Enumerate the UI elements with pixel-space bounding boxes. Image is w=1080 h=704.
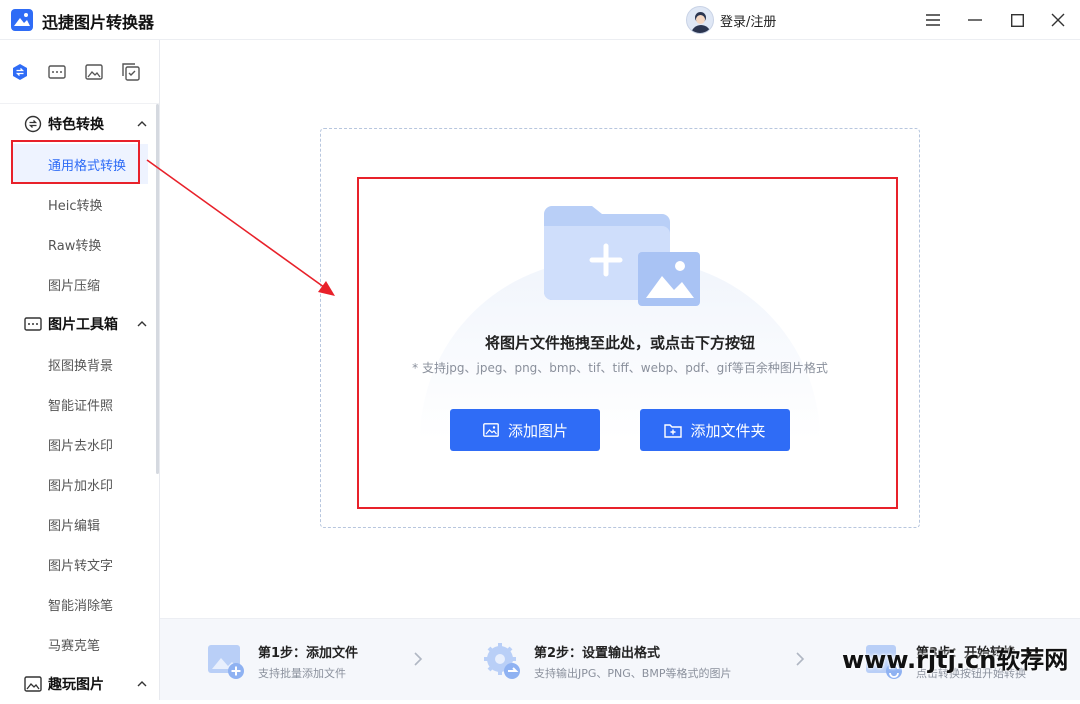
edit-tab-icon[interactable] [122,62,141,82]
chevron-right-icon [796,652,805,666]
add-file-step-icon [208,645,244,679]
hamburger-menu-icon[interactable] [921,8,945,32]
sidebar: 特色转换 通用格式转换 Heic转换 Raw转换 图片压缩 图片工具箱 抠图换背… [0,40,160,700]
group-label: 图片工具箱 [48,317,118,333]
sidebar-item-add-watermark[interactable]: 图片加水印 [0,464,159,504]
close-icon[interactable] [1046,8,1070,32]
chevron-up-icon[interactable] [136,678,148,690]
app-logo-icon [11,9,33,31]
convert-icon [24,115,42,133]
annotation-sidebar-box [11,140,140,184]
sidebar-item-compress[interactable]: 图片压缩 [0,264,159,304]
chevron-up-icon[interactable] [136,118,148,130]
sidebar-item-eraser[interactable]: 智能消除笔 [0,584,159,624]
group-fun-images[interactable]: 趣玩图片 [0,664,159,704]
step-1-title: 第1步：添加文件 [258,646,359,661]
site-watermark: www.rjtj.cn软荐网 [842,646,1069,674]
sidebar-item-ocr[interactable]: 图片转文字 [0,544,159,584]
step-2-desc: 支持输出JPG、PNG、BMP等格式的图片 [534,667,732,680]
group-image-toolbox[interactable]: 图片工具箱 [0,304,159,344]
sidebar-item-id-photo[interactable]: 智能证件照 [0,384,159,424]
sidebar-item-mosaic[interactable]: 马赛克笔 [0,624,159,664]
title-bar: 迅捷图片转换器 登录/注册 [0,0,1080,40]
step-2-title: 第2步：设置输出格式 [534,646,661,661]
toolbox-icon [24,315,42,333]
settings-step-icon [484,643,520,679]
login-label[interactable]: 登录/注册 [720,11,776,30]
sidebar-item-heic[interactable]: Heic转换 [0,184,159,224]
image-tab-icon[interactable] [85,62,104,82]
sidebar-tool-tabs [0,40,159,104]
sidebar-item-cutout[interactable]: 抠图换背景 [0,344,159,384]
convert-tab-icon[interactable] [10,62,29,82]
chevron-right-icon [414,652,423,666]
maximize-icon[interactable] [1005,8,1029,32]
sidebar-item-raw[interactable]: Raw转换 [0,224,159,264]
step-1-desc: 支持批量添加文件 [258,667,346,680]
avatar[interactable] [686,6,714,34]
group-special-convert[interactable]: 特色转换 [0,104,159,144]
group-label: 趣玩图片 [48,677,104,693]
login-register[interactable]: 登录/注册 [686,6,776,34]
minimize-icon[interactable] [963,8,987,32]
sidebar-item-image-edit[interactable]: 图片编辑 [0,504,159,544]
toolbox-tab-icon[interactable] [47,62,66,82]
sidebar-scrollbar[interactable] [156,104,159,474]
chevron-up-icon[interactable] [136,318,148,330]
annotation-highlight-box [357,177,898,509]
group-label: 特色转换 [48,117,104,133]
sidebar-item-remove-watermark[interactable]: 图片去水印 [0,424,159,464]
image-icon [24,675,42,693]
app-title: 迅捷图片转换器 [42,13,155,32]
